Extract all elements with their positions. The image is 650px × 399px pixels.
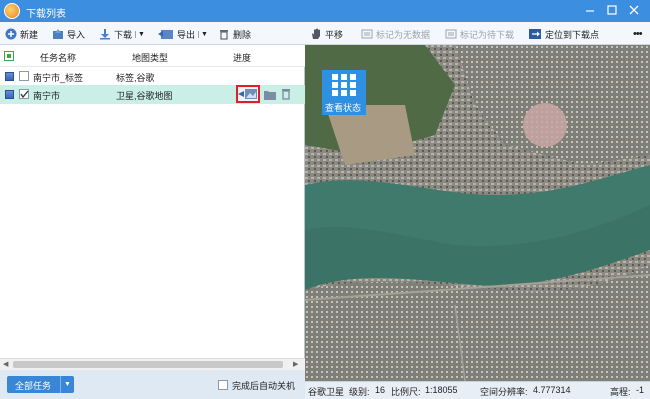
partial-check-icon [7,54,11,58]
task-toolbar: 新建 导入 下载 ▼ 导出 ▼ 删除 [0,22,305,45]
resolution-label: 空间分辨率: [480,387,528,397]
mark-pending-button[interactable]: 标记为待下载 [445,26,514,42]
task-checkbox[interactable] [19,71,29,81]
auto-shutdown-label: 完成后自动关机 [232,381,296,391]
task-color-marker-icon [5,72,14,81]
locate-download-button[interactable]: 定位到下载点 [528,26,599,42]
task-list-header: 任务名称 地图类型 进度 [0,45,305,67]
select-all-checkbox[interactable] [4,51,14,61]
more-menu-button[interactable]: ••• [633,26,643,42]
map-source: 谷歌卫星 [308,387,345,397]
delete-label: 删除 [233,29,252,40]
maximize-button[interactable] [604,3,620,18]
new-task-button[interactable]: 新建 [5,26,38,42]
scroll-left-icon[interactable]: ◀ [3,360,8,368]
mark-box-icon [445,29,457,39]
close-button[interactable] [626,3,642,18]
task-color-marker-icon [5,90,14,99]
close-icon [629,5,639,15]
task-footer: 全部任务 ▼ 完成后自动关机 [0,370,305,399]
import-label: 导入 [67,29,86,40]
all-tasks-label: 全部任务 [15,381,52,391]
task-checkbox-checked[interactable] [19,89,29,99]
column-header-map-type[interactable]: 地图类型 [132,51,168,64]
locate-label: 定位到下载点 [545,29,600,40]
mark-no-data-button[interactable]: 标记为无数据 [361,26,430,42]
resolution-value: 4.777314 [533,385,571,395]
checkmark-icon [20,90,29,99]
maximize-icon [607,5,617,15]
scroll-right-icon[interactable]: ▶ [293,360,298,368]
download-label: 下载 [114,29,133,40]
pan-label: 平移 [325,29,344,40]
minimize-button[interactable] [582,3,598,18]
minimize-icon [586,10,594,12]
task-list-panel: 任务名称 地图类型 进度 南宁市_标签 标签,谷歌 南宁市 卫星,谷歌地图 ◀ … [0,45,305,370]
level-label: 级别: [349,387,370,397]
new-task-label: 新建 [20,29,39,40]
export-dropdown-arrow-icon[interactable]: ▼ [198,30,208,38]
task-map-type: 卫星,谷歌地图 [116,91,173,101]
more-dots-icon: ••• [633,28,643,40]
scale-value: 1:18055 [425,385,458,395]
view-status-label: 查看状态 [325,103,362,113]
export-button[interactable]: 导出 ▼ [158,26,208,42]
all-tasks-dropdown-icon[interactable]: ▼ [60,376,74,393]
image-export-icon [238,89,257,99]
download-dropdown-arrow-icon[interactable]: ▼ [135,30,145,38]
window-title: 下载列表 [26,9,66,20]
elevation-label: 高程: [610,387,631,397]
delete-button[interactable]: 删除 [218,26,251,42]
app-logo-icon [4,3,20,19]
all-tasks-button[interactable]: 全部任务 ▼ [7,376,74,393]
scrollbar-thumb[interactable] [13,361,283,368]
plus-icon [5,28,17,40]
task-name: 南宁市 [33,91,61,101]
task-row[interactable]: 南宁市_标签 标签,谷歌 [0,67,305,86]
locate-icon [529,29,541,39]
hand-icon [312,28,320,39]
import-button[interactable]: 导入 [52,26,85,42]
trash-icon [220,30,228,40]
export-label: 导出 [177,29,196,40]
elevation-value: -1 [636,385,645,395]
import-icon [53,29,63,39]
map-toolbar: 平移 标记为无数据 标记为待下载 定位到下载点 ••• [305,22,650,45]
horizontal-scrollbar[interactable]: ◀ ▶ [0,358,305,370]
view-status-button[interactable] [236,85,260,103]
scale-label: 比例尺: [391,387,421,397]
task-map-type: 标签,谷歌 [116,73,155,83]
export-icon [158,30,173,39]
satellite-map[interactable]: 查看状态 [305,45,650,381]
mark-pending-label: 标记为待下载 [460,29,515,40]
column-header-progress[interactable]: 进度 [233,51,251,64]
mark-box-icon [361,29,373,39]
column-header-name[interactable]: 任务名称 [40,51,76,64]
auto-shutdown-checkbox[interactable] [218,380,228,390]
download-button[interactable]: 下载 ▼ [99,26,145,42]
task-row-selected[interactable]: 南宁市 卫星,谷歌地图 [0,85,305,104]
mark-no-data-label: 标记为无数据 [376,29,431,40]
download-icon [100,29,110,40]
status-bar: 谷歌卫星 级别: 16 比例尺: 1:18055 空间分辨率: 4.777314… [305,381,650,399]
title-bar: 下载列表 [0,0,650,22]
pan-button[interactable]: 平移 [310,26,343,42]
level-value: 16 [375,385,386,395]
task-name: 南宁市_标签 [33,73,84,83]
grid-icon [332,74,356,96]
folder-icon[interactable] [263,89,277,101]
view-status-tile[interactable]: 查看状态 [322,70,366,115]
trash-icon[interactable] [280,88,292,100]
